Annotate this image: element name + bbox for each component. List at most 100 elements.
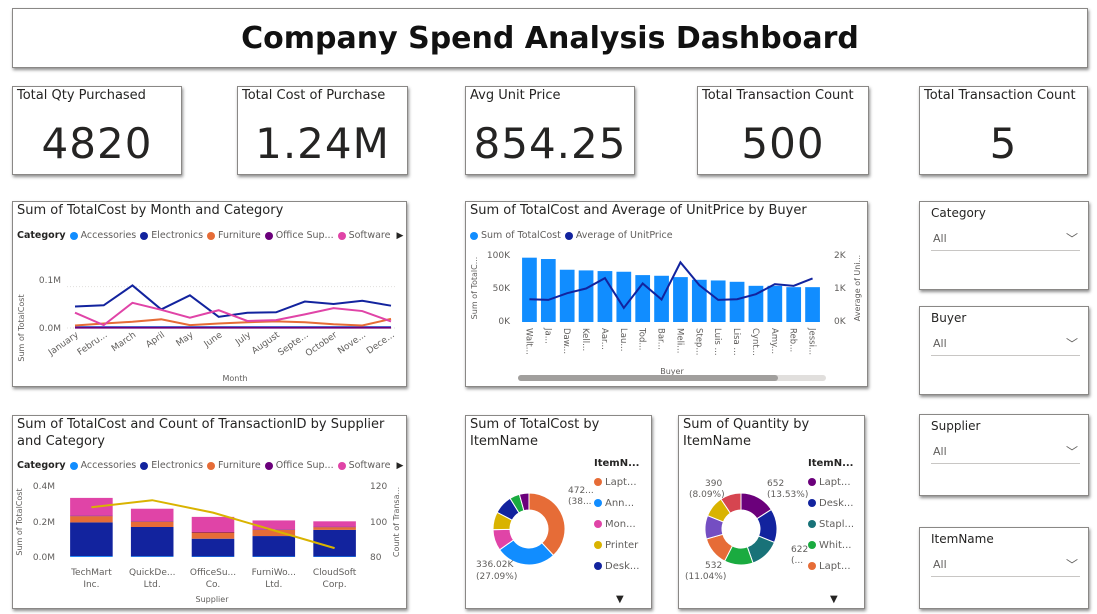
series-line[interactable] [74, 284, 392, 318]
bar-segment[interactable] [191, 531, 235, 533]
legend-title: Category [17, 460, 66, 471]
bar[interactable] [540, 259, 556, 322]
bar-segment[interactable] [313, 521, 356, 527]
bar[interactable] [578, 270, 594, 322]
legend-label[interactable]: Lapt... [605, 477, 637, 488]
y-tick-label: 0.1M [39, 276, 61, 286]
bar-segment[interactable] [313, 556, 356, 557]
legend-label[interactable]: Whit... [819, 540, 851, 551]
chart-cost-by-month[interactable]: Sum of TotalCost by Month and Category C… [12, 201, 407, 387]
chart-cost-by-supplier[interactable]: Sum of TotalCost and Count of Transactio… [12, 415, 407, 609]
scrollbar-thumb[interactable] [518, 375, 778, 381]
slicer-itemname[interactable]: ItemName All ﹀ [919, 527, 1089, 609]
slicer-category[interactable]: Category All ﹀ [919, 201, 1089, 290]
y-tick-right: 1K [834, 284, 847, 294]
bar[interactable] [710, 280, 726, 322]
bar[interactable] [729, 281, 745, 322]
chevron-down-icon[interactable]: ﹀ [1066, 335, 1078, 352]
kpi-card-transaction-count-2[interactable]: Total Transaction Count 5 [919, 86, 1088, 175]
kpi-card-transaction-count[interactable]: Total Transaction Count 500 [697, 86, 869, 175]
bar-segment[interactable] [70, 522, 113, 557]
y-tick-right: 120 [370, 482, 387, 492]
bar[interactable] [616, 271, 632, 322]
legend-label: Electronics [151, 460, 204, 471]
legend-label[interactable]: Printer [605, 540, 639, 551]
legend-label[interactable]: Ann... [605, 498, 634, 509]
legend-label[interactable]: Lapt... [819, 477, 851, 488]
y-tick-left: 100K [487, 251, 511, 261]
bar[interactable] [673, 277, 688, 322]
legend-scroll-down-icon[interactable]: ▼ [830, 594, 838, 605]
chevron-down-icon[interactable]: ﹀ [1066, 443, 1078, 460]
legend-item[interactable]: Software [337, 460, 391, 471]
bar[interactable] [767, 285, 783, 322]
buyer-dropdown[interactable]: All ﹀ [931, 332, 1080, 356]
x-tick-label: TechMart [70, 568, 112, 578]
chart-legend: Category Accessories Electronics Furnitu… [17, 460, 403, 471]
bar-segment[interactable] [191, 532, 235, 539]
donut-slice[interactable] [528, 492, 566, 557]
kpi-card-avg-unit-price[interactable]: Avg Unit Price 854.25 [465, 86, 635, 175]
series-line[interactable] [74, 317, 392, 327]
x-tick-label: QuickDe... [129, 568, 176, 578]
legend-label[interactable]: Mon... [605, 519, 636, 530]
legend-item[interactable]: Office Sup... [264, 460, 334, 471]
chart-cost-by-item[interactable]: Sum of TotalCost by ItemName 472... (38.… [465, 415, 652, 609]
legend-label[interactable]: Desk... [605, 561, 639, 572]
category-dropdown[interactable]: All ﹀ [931, 227, 1080, 251]
chart-title-line: Sum of TotalCost and Count of Transactio… [17, 417, 385, 432]
kpi-card-total-qty[interactable]: Total Qty Purchased 4820 [12, 86, 182, 175]
bar-segment[interactable] [252, 556, 296, 557]
bar-segment[interactable] [191, 516, 235, 532]
chart-title: Sum of TotalCost and Count of Transactio… [17, 416, 384, 450]
chart-qty-by-item[interactable]: Sum of Quantity by ItemName 390 (8.09%) … [678, 415, 865, 609]
kpi-value: 5 [989, 119, 1018, 168]
bar[interactable] [786, 287, 802, 322]
chart-cost-by-buyer[interactable]: Sum of TotalCost and Average of UnitPric… [465, 201, 868, 387]
legend-label[interactable]: Desk... [819, 498, 853, 509]
slicer-supplier[interactable]: Supplier All ﹀ [919, 414, 1089, 496]
legend-scroll-down-icon[interactable]: ▼ [616, 594, 624, 605]
bar[interactable] [522, 257, 537, 322]
x-tick-label: Dece... [365, 330, 397, 356]
bar-segment[interactable] [130, 521, 174, 528]
bar-segment[interactable] [70, 516, 113, 523]
legend-next-arrow-icon[interactable]: ▶ [396, 461, 403, 471]
slicer-buyer[interactable]: Buyer All ﹀ [919, 306, 1089, 395]
legend-item[interactable]: Electronics [140, 460, 203, 471]
bar-segment[interactable] [191, 556, 235, 557]
bar-segment[interactable] [313, 527, 356, 530]
kpi-card-total-cost[interactable]: Total Cost of Purchase 1.24M [237, 86, 408, 175]
legend-label: Furniture [218, 460, 261, 471]
bar[interactable] [805, 287, 820, 322]
x-tick-label: CloudSoft [313, 568, 357, 578]
legend-item[interactable]: Accessories [69, 460, 136, 471]
data-label: 622 [791, 545, 808, 555]
bar-segment[interactable] [130, 527, 174, 557]
bar-segment[interactable] [70, 515, 113, 517]
legend-label: Software [348, 460, 391, 471]
supplier-dropdown[interactable]: All ﹀ [931, 440, 1080, 464]
x-tick-label: Ltd. [265, 580, 282, 590]
itemname-dropdown[interactable]: All ﹀ [931, 553, 1080, 577]
legend-item[interactable]: Furniture [207, 460, 261, 471]
bar-segment[interactable] [191, 538, 235, 557]
chart-title: Sum of TotalCost and Average of UnitPric… [470, 203, 807, 218]
chevron-down-icon[interactable]: ﹀ [1066, 230, 1078, 247]
bar-segment[interactable] [130, 556, 174, 557]
bar-segment[interactable] [252, 536, 296, 557]
bar-segment[interactable] [130, 508, 174, 522]
bar-segment[interactable] [130, 521, 174, 522]
bar[interactable] [635, 275, 651, 322]
chevron-down-icon[interactable]: ﹀ [1066, 556, 1078, 573]
buyer-combo-chart: Sum of TotalC... Average of Uni... 100K … [470, 251, 862, 376]
bar-segment[interactable] [252, 520, 296, 530]
chart-title-line: and Category [17, 434, 105, 449]
bar-segment[interactable] [313, 526, 356, 528]
legend-label[interactable]: Lapt... [819, 561, 851, 572]
bar-segment[interactable] [70, 556, 113, 557]
x-tick-label: Nove... [336, 330, 368, 356]
y-tick-left: 0.0M [33, 553, 55, 563]
legend-label[interactable]: Stapl... [819, 519, 854, 530]
item-qty-donut: 390 (8.09%) 652 (13.53%) 622 (... 532 (1… [685, 458, 854, 605]
